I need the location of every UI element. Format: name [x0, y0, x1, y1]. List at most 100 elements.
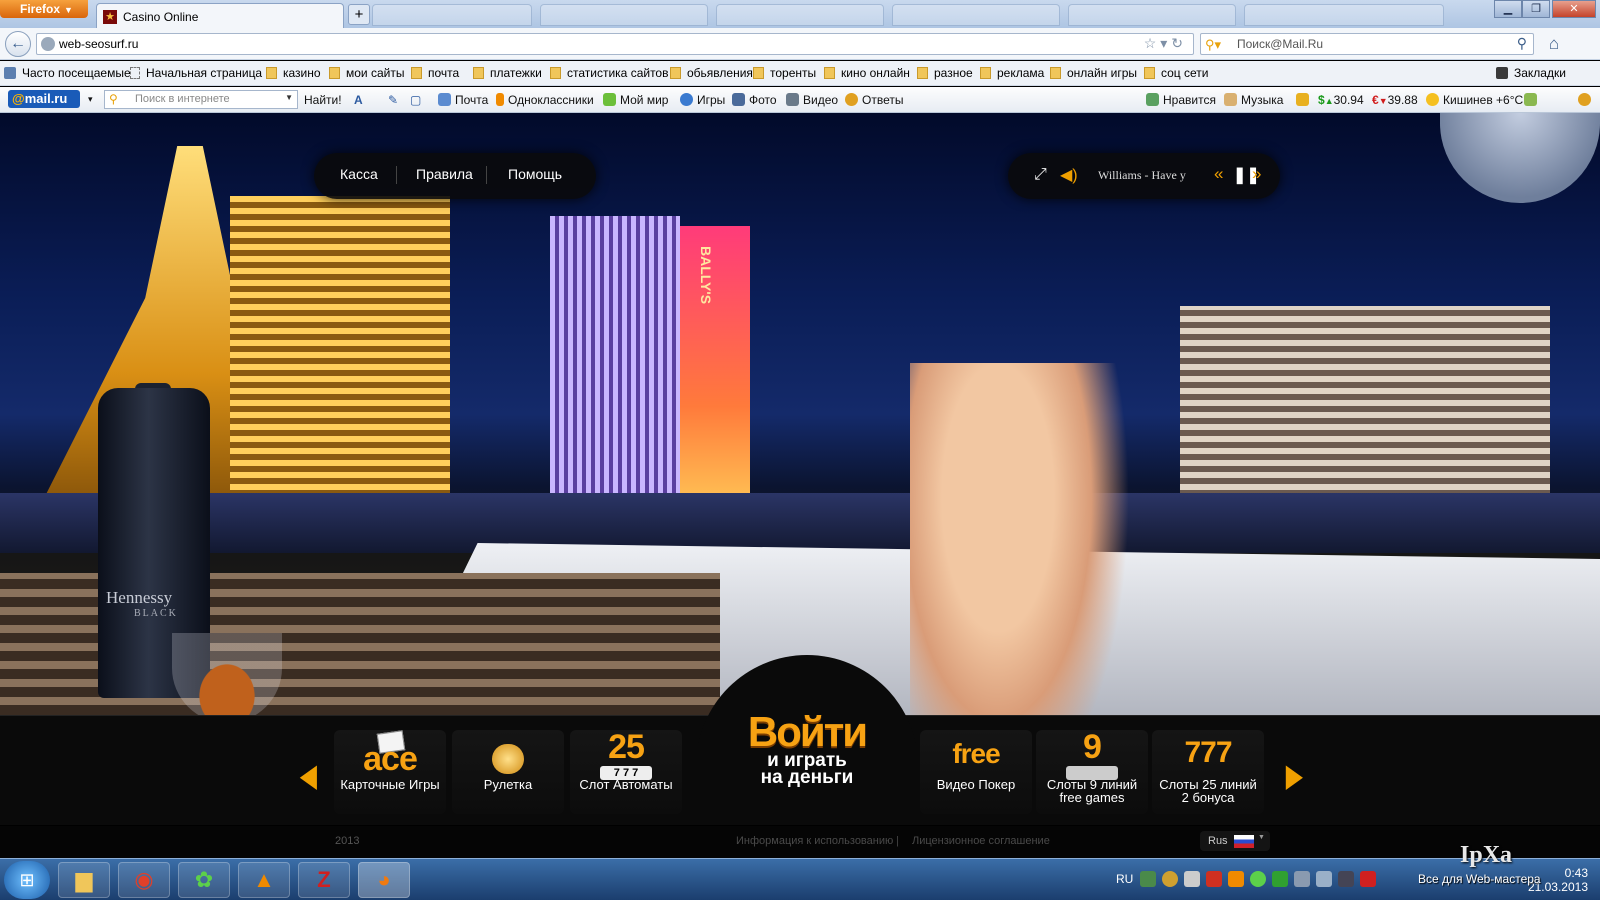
games-link[interactable]: Игры: [680, 93, 725, 107]
chevron-down-icon[interactable]: ▼: [285, 93, 293, 102]
address-bar[interactable]: web-seosurf.ru ☆▾↻: [36, 33, 1194, 55]
menu-help[interactable]: Помощь: [508, 166, 562, 182]
bookmark-folder-movies[interactable]: кино онлайн: [824, 66, 910, 80]
previous-track-icon[interactable]: «: [1214, 164, 1223, 184]
music-icon: [1224, 93, 1237, 106]
folder-icon: [329, 67, 340, 79]
firefox-icon[interactable]: ◕: [358, 862, 410, 898]
find-button[interactable]: Найти!: [304, 93, 342, 107]
carousel-left-arrow-icon[interactable]: ◀: [300, 756, 317, 794]
bookmark-star-reload-icon[interactable]: ☆▾↻: [1144, 35, 1187, 52]
bookmark-folder-advert[interactable]: реклама: [980, 66, 1044, 80]
bookmark-frequent[interactable]: Часто посещаемые: [4, 66, 131, 80]
icq-tray-icon[interactable]: [1250, 871, 1266, 887]
bookmark-folder-mail[interactable]: почта: [411, 66, 459, 80]
translate-icon[interactable]: ▢: [410, 93, 421, 107]
chrome-icon[interactable]: ◉: [118, 862, 170, 898]
game-video-poker[interactable]: free Видео Покер: [920, 730, 1032, 814]
language-selector[interactable]: Rus ▼: [1200, 831, 1270, 851]
vlc-tray-icon[interactable]: [1228, 871, 1244, 887]
bookmark-folder-stats[interactable]: статистика сайтов: [550, 66, 668, 80]
fullscreen-icon[interactable]: ⤢: [1034, 166, 1047, 184]
bookmark-folder-misc[interactable]: разное: [917, 66, 973, 80]
bookmarks-menu[interactable]: Закладки: [1496, 66, 1566, 80]
game-slots-9-lines[interactable]: 9 ■■■ Слоты 9 линий free games: [1036, 728, 1148, 814]
bookmark-folder-my-sites[interactable]: мои сайты: [329, 66, 404, 80]
game-label-group: Слоты 25 линий 2 бонуса: [1146, 778, 1270, 804]
photo-link[interactable]: Фото: [732, 93, 777, 107]
pencil-icon[interactable]: ✎: [388, 93, 398, 107]
footer-license-link[interactable]: Лицензионное соглашение: [912, 835, 1050, 847]
utorrent-icon[interactable]: [1206, 871, 1222, 887]
game-slots-25-lines[interactable]: 777 Слоты 25 линий 2 бонуса: [1152, 730, 1264, 814]
volume-tray-icon[interactable]: [1316, 871, 1332, 887]
game-label: Карточные Игры: [340, 777, 440, 792]
odnoklassniki-link[interactable]: Одноклассники: [496, 93, 594, 107]
carousel-right-arrow-icon[interactable]: ▶: [1286, 756, 1303, 794]
antivirus-icon[interactable]: [1272, 871, 1288, 887]
usd-rate[interactable]: $▲30.94: [1318, 93, 1364, 107]
home-icon[interactable]: ⌂: [1544, 34, 1564, 54]
chevron-down-icon[interactable]: ▾: [88, 94, 93, 105]
mailru-search-input[interactable]: ⚲ Поиск в интернете ▼: [104, 90, 298, 109]
close-window-button[interactable]: ✕: [1552, 0, 1596, 18]
bookmark-folder-casino[interactable]: казино: [266, 66, 321, 80]
settings-icon[interactable]: [1578, 93, 1595, 107]
tab-background-6[interactable]: [1244, 4, 1444, 26]
monitor-icon[interactable]: [1294, 871, 1310, 887]
mailru-search-engine-icon[interactable]: ⚲▾: [1205, 37, 1221, 53]
search-input[interactable]: ⚲▾ Поиск@Mail.Ru ⚲: [1200, 33, 1534, 55]
windows-start-button[interactable]: ⊞: [4, 861, 50, 899]
my-world-link[interactable]: Мой мир: [603, 93, 668, 107]
new-tab-button[interactable]: +: [348, 4, 370, 25]
explorer-icon[interactable]: ▆: [58, 862, 110, 898]
bookmark-folder-social[interactable]: соц сети: [1144, 66, 1209, 80]
bookmark-folder-payments[interactable]: платежки: [473, 66, 542, 80]
music-link[interactable]: Музыка: [1224, 93, 1283, 107]
vlc-icon[interactable]: ▲: [238, 862, 290, 898]
weather-widget[interactable]: Кишинев +6°C: [1426, 93, 1523, 107]
device-icon[interactable]: [1184, 871, 1200, 887]
flag-tray-icon[interactable]: [1338, 871, 1354, 887]
games-label: Игры: [697, 93, 726, 107]
tray-app-icon[interactable]: [1360, 871, 1376, 887]
game-roulette[interactable]: Рулетка: [452, 730, 564, 814]
answers-link[interactable]: Ответы: [845, 93, 903, 107]
volume-icon[interactable]: ◀): [1060, 165, 1078, 185]
likes-link[interactable]: Нравится: [1146, 93, 1216, 107]
maximize-button[interactable]: ❐: [1522, 0, 1550, 18]
eur-rate[interactable]: €▼39.88: [1372, 93, 1418, 107]
font-size-icon[interactable]: A: [354, 93, 363, 107]
tab-background-3[interactable]: [716, 4, 884, 26]
tab-background-2[interactable]: [540, 4, 708, 26]
firefox-menu-button[interactable]: Firefox ▼: [0, 0, 88, 18]
tab-background-1[interactable]: [372, 4, 532, 26]
login-button[interactable]: Войти: [696, 708, 918, 756]
filezilla-icon[interactable]: Z: [298, 862, 350, 898]
mail-link[interactable]: Почта: [438, 93, 488, 107]
game-card-games[interactable]: ace Карточные Игры: [334, 730, 446, 814]
game-slot-machines[interactable]: 25 7 7 7 Слот Автоматы: [570, 728, 682, 814]
tab-casino-online[interactable]: ★ Casino Online: [96, 3, 344, 28]
menu-rules[interactable]: Правила: [416, 166, 473, 182]
icq-icon[interactable]: ✿: [178, 862, 230, 898]
back-arrow-icon[interactable]: ←: [5, 31, 31, 57]
network-icon[interactable]: [1140, 871, 1156, 887]
bookmark-folder-torrents[interactable]: торенты: [753, 66, 816, 80]
bookmark-homepage[interactable]: Начальная страница: [130, 66, 262, 80]
keyboard-language[interactable]: RU: [1116, 872, 1133, 886]
bookmark-folder-ads[interactable]: обьявления: [670, 66, 753, 80]
minimize-button[interactable]: ▁: [1494, 0, 1522, 18]
footer-terms-link[interactable]: Информация к использованию: [736, 835, 893, 847]
next-track-icon[interactable]: »: [1252, 164, 1261, 184]
calendar-icon[interactable]: [1296, 93, 1313, 107]
widget-icon[interactable]: [1524, 93, 1541, 107]
menu-cashier[interactable]: Касса: [340, 166, 378, 182]
tab-background-5[interactable]: [1068, 4, 1236, 26]
tab-background-4[interactable]: [892, 4, 1060, 26]
smiley-icon[interactable]: [1162, 871, 1178, 887]
bookmark-folder-online-games[interactable]: онлайн игры: [1050, 66, 1137, 80]
video-link[interactable]: Видео: [786, 93, 838, 107]
search-icon[interactable]: ⚲: [1517, 35, 1527, 52]
mailru-logo[interactable]: @mail.ru: [8, 90, 80, 108]
